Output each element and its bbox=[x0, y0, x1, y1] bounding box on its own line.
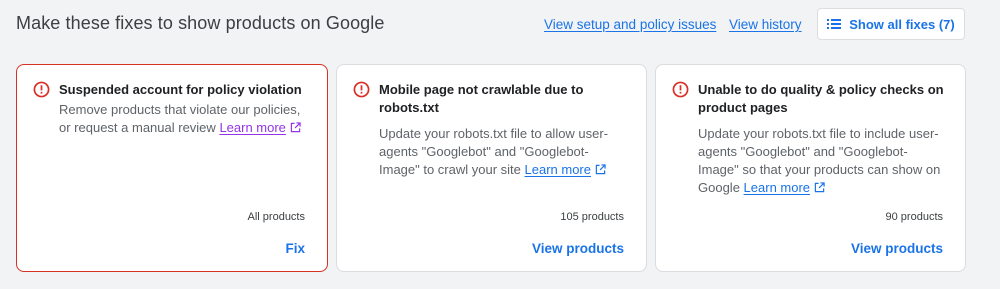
show-all-fixes-button[interactable]: Show all fixes (7) bbox=[817, 8, 965, 40]
show-all-fixes-label: Show all fixes (7) bbox=[849, 16, 955, 32]
learn-more-link[interactable]: Learn more bbox=[744, 180, 825, 195]
learn-more-link[interactable]: Learn more bbox=[525, 162, 606, 177]
error-circle-icon bbox=[353, 81, 370, 103]
open-in-new-icon bbox=[290, 120, 301, 138]
fix-card-mobile-not-crawlable: Mobile page not crawlable due to robots.… bbox=[336, 64, 647, 272]
view-history-link[interactable]: View history bbox=[729, 17, 802, 32]
fix-button[interactable]: Fix bbox=[285, 241, 305, 256]
fix-card-title: Unable to do quality & policy checks on … bbox=[698, 82, 944, 115]
error-circle-icon bbox=[672, 81, 689, 103]
learn-more-link[interactable]: Learn more bbox=[219, 120, 301, 138]
fix-card-description: Update your robots.txt file to include u… bbox=[698, 125, 947, 198]
affected-products-count: All products bbox=[247, 211, 305, 223]
fix-card-description: Remove products that violate our policie… bbox=[59, 101, 309, 138]
page-title: Make these fixes to show products on Goo… bbox=[16, 13, 385, 33]
learn-more-label: Learn more bbox=[524, 162, 591, 177]
open-in-new-icon bbox=[814, 180, 825, 198]
learn-more-label: Learn more bbox=[743, 180, 811, 195]
fix-card-unable-quality-checks: Unable to do quality & policy checks on … bbox=[655, 64, 966, 272]
fix-card-title: Mobile page not crawlable due to robots.… bbox=[379, 82, 584, 115]
error-circle-icon bbox=[33, 81, 50, 103]
list-icon bbox=[827, 18, 842, 30]
fix-card-description: Update your robots.txt file to allow use… bbox=[379, 125, 628, 180]
view-products-button[interactable]: View products bbox=[532, 241, 624, 256]
open-in-new-icon bbox=[595, 162, 606, 180]
view-products-button[interactable]: View products bbox=[851, 241, 943, 256]
fix-card-suspended-account: Suspended account for policy violation R… bbox=[16, 64, 328, 272]
fix-card-title: Suspended account for policy violation bbox=[59, 82, 302, 97]
view-setup-policy-issues-link[interactable]: View setup and policy issues bbox=[544, 17, 716, 32]
affected-products-count: 105 products bbox=[560, 211, 624, 223]
learn-more-label: Learn more bbox=[219, 120, 286, 135]
affected-products-count: 90 products bbox=[885, 211, 943, 223]
